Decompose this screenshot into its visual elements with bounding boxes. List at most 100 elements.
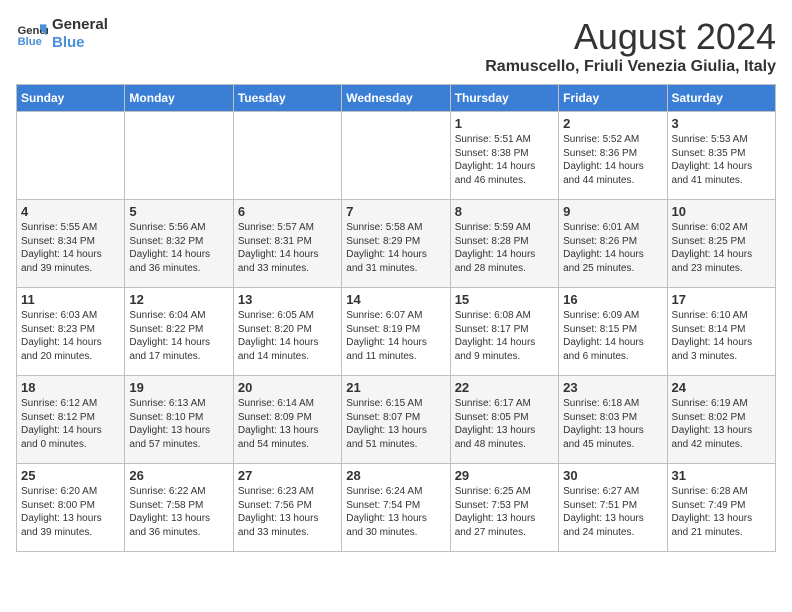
calendar-cell: 26 Sunrise: 6:22 AM Sunset: 7:58 PM Dayli… (125, 464, 233, 552)
weekday-header-tuesday: Tuesday (233, 85, 341, 112)
cell-content: Sunrise: 6:15 AM Sunset: 8:07 PM Dayligh… (346, 397, 445, 451)
calendar-cell: 10 Sunrise: 6:02 AM Sunset: 8:25 PM Dayli… (667, 200, 775, 288)
day-number: 3 (672, 116, 771, 131)
day-number: 2 (563, 116, 662, 131)
day-number: 1 (455, 116, 554, 131)
day-number: 14 (346, 292, 445, 307)
calendar-cell: 14 Sunrise: 6:07 AM Sunset: 8:19 PM Dayli… (342, 288, 450, 376)
day-number: 22 (455, 380, 554, 395)
day-number: 12 (129, 292, 228, 307)
calendar-cell: 5 Sunrise: 5:56 AM Sunset: 8:32 PM Daylig… (125, 200, 233, 288)
cell-content: Sunrise: 6:07 AM Sunset: 8:19 PM Dayligh… (346, 309, 445, 363)
cell-content: Sunrise: 6:18 AM Sunset: 8:03 PM Dayligh… (563, 397, 662, 451)
calendar-cell: 27 Sunrise: 6:23 AM Sunset: 7:56 PM Dayli… (233, 464, 341, 552)
cell-content: Sunrise: 5:51 AM Sunset: 8:38 PM Dayligh… (455, 133, 554, 187)
cell-content: Sunrise: 6:25 AM Sunset: 7:53 PM Dayligh… (455, 485, 554, 539)
cell-content: Sunrise: 6:27 AM Sunset: 7:51 PM Dayligh… (563, 485, 662, 539)
calendar-table: SundayMondayTuesdayWednesdayThursdayFrid… (16, 84, 776, 552)
calendar-cell: 23 Sunrise: 6:18 AM Sunset: 8:03 PM Dayli… (559, 376, 667, 464)
day-number: 25 (21, 468, 120, 483)
calendar-cell: 2Sunrise: 5:52 AM Sunset: 8:36 PM Daylig… (559, 112, 667, 200)
cell-content: Sunrise: 6:08 AM Sunset: 8:17 PM Dayligh… (455, 309, 554, 363)
location-title: Ramuscello, Friuli Venezia Giulia, Italy (485, 58, 776, 76)
day-number: 6 (238, 204, 337, 219)
cell-content: Sunrise: 6:09 AM Sunset: 8:15 PM Dayligh… (563, 309, 662, 363)
cell-content: Sunrise: 6:24 AM Sunset: 7:54 PM Dayligh… (346, 485, 445, 539)
month-title: August 2024 (485, 16, 776, 58)
calendar-cell: 20 Sunrise: 6:14 AM Sunset: 8:09 PM Dayli… (233, 376, 341, 464)
day-number: 15 (455, 292, 554, 307)
calendar-cell: 18 Sunrise: 6:12 AM Sunset: 8:12 PM Dayli… (17, 376, 125, 464)
calendar-cell: 13Sunrise: 6:05 AM Sunset: 8:20 PM Dayli… (233, 288, 341, 376)
cell-content: Sunrise: 5:56 AM Sunset: 8:32 PM Dayligh… (129, 221, 228, 275)
cell-content: Sunrise: 6:12 AM Sunset: 8:12 PM Dayligh… (21, 397, 120, 451)
calendar-cell: 6 Sunrise: 5:57 AM Sunset: 8:31 PM Daylig… (233, 200, 341, 288)
day-number: 9 (563, 204, 662, 219)
calendar-cell: 1 Sunrise: 5:51 AM Sunset: 8:38 PM Daylig… (450, 112, 558, 200)
cell-content: Sunrise: 6:13 AM Sunset: 8:10 PM Dayligh… (129, 397, 228, 451)
cell-content: Sunrise: 6:20 AM Sunset: 8:00 PM Dayligh… (21, 485, 120, 539)
day-number: 5 (129, 204, 228, 219)
day-number: 27 (238, 468, 337, 483)
calendar-cell (125, 112, 233, 200)
calendar-cell: 21 Sunrise: 6:15 AM Sunset: 8:07 PM Dayli… (342, 376, 450, 464)
calendar-cell: 3 Sunrise: 5:53 AM Sunset: 8:35 PM Daylig… (667, 112, 775, 200)
weekday-header-sunday: Sunday (17, 85, 125, 112)
cell-content: Sunrise: 6:02 AM Sunset: 8:25 PM Dayligh… (672, 221, 771, 275)
calendar-cell: 15 Sunrise: 6:08 AM Sunset: 8:17 PM Dayli… (450, 288, 558, 376)
cell-content: Sunrise: 6:22 AM Sunset: 7:58 PM Dayligh… (129, 485, 228, 539)
cell-content: Sunrise: 6:14 AM Sunset: 8:09 PM Dayligh… (238, 397, 337, 451)
calendar-cell (17, 112, 125, 200)
cell-content: Sunrise: 6:10 AM Sunset: 8:14 PM Dayligh… (672, 309, 771, 363)
calendar-cell: 30 Sunrise: 6:27 AM Sunset: 7:51 PM Dayli… (559, 464, 667, 552)
day-number: 7 (346, 204, 445, 219)
calendar-cell (233, 112, 341, 200)
weekday-header-saturday: Saturday (667, 85, 775, 112)
cell-content: Sunrise: 6:03 AM Sunset: 8:23 PM Dayligh… (21, 309, 120, 363)
logo: General Blue General Blue (16, 16, 108, 52)
calendar-cell: 29 Sunrise: 6:25 AM Sunset: 7:53 PM Dayli… (450, 464, 558, 552)
cell-content: Sunrise: 5:57 AM Sunset: 8:31 PM Dayligh… (238, 221, 337, 275)
cell-content: Sunrise: 6:17 AM Sunset: 8:05 PM Dayligh… (455, 397, 554, 451)
calendar-cell: 7 Sunrise: 5:58 AM Sunset: 8:29 PM Daylig… (342, 200, 450, 288)
calendar-cell: 25 Sunrise: 6:20 AM Sunset: 8:00 PM Dayli… (17, 464, 125, 552)
weekday-header-wednesday: Wednesday (342, 85, 450, 112)
logo-icon: General Blue (16, 18, 48, 50)
calendar-cell: 28 Sunrise: 6:24 AM Sunset: 7:54 PM Dayli… (342, 464, 450, 552)
day-number: 28 (346, 468, 445, 483)
day-number: 11 (21, 292, 120, 307)
day-number: 30 (563, 468, 662, 483)
logo-general: General (52, 16, 108, 34)
day-number: 20 (238, 380, 337, 395)
cell-content: Sunrise: 6:23 AM Sunset: 7:56 PM Dayligh… (238, 485, 337, 539)
logo-blue: Blue (52, 34, 108, 52)
day-number: 10 (672, 204, 771, 219)
cell-content: Sunrise: 6:04 AM Sunset: 8:22 PM Dayligh… (129, 309, 228, 363)
calendar-cell: 16 Sunrise: 6:09 AM Sunset: 8:15 PM Dayli… (559, 288, 667, 376)
day-number: 29 (455, 468, 554, 483)
calendar-cell: 19 Sunrise: 6:13 AM Sunset: 8:10 PM Dayli… (125, 376, 233, 464)
cell-content: Sunrise: 6:19 AM Sunset: 8:02 PM Dayligh… (672, 397, 771, 451)
calendar-cell: 9Sunrise: 6:01 AM Sunset: 8:26 PM Daylig… (559, 200, 667, 288)
calendar-cell: 17Sunrise: 6:10 AM Sunset: 8:14 PM Dayli… (667, 288, 775, 376)
calendar-cell: 22 Sunrise: 6:17 AM Sunset: 8:05 PM Dayli… (450, 376, 558, 464)
day-number: 16 (563, 292, 662, 307)
day-number: 24 (672, 380, 771, 395)
day-number: 21 (346, 380, 445, 395)
day-number: 19 (129, 380, 228, 395)
cell-content: Sunrise: 5:58 AM Sunset: 8:29 PM Dayligh… (346, 221, 445, 275)
svg-text:Blue: Blue (18, 36, 42, 48)
cell-content: Sunrise: 5:55 AM Sunset: 8:34 PM Dayligh… (21, 221, 120, 275)
weekday-header-monday: Monday (125, 85, 233, 112)
cell-content: Sunrise: 5:53 AM Sunset: 8:35 PM Dayligh… (672, 133, 771, 187)
header: General Blue General Blue August 2024 Ra… (16, 16, 776, 76)
day-number: 18 (21, 380, 120, 395)
day-number: 26 (129, 468, 228, 483)
calendar-cell: 4 Sunrise: 5:55 AM Sunset: 8:34 PM Daylig… (17, 200, 125, 288)
day-number: 8 (455, 204, 554, 219)
day-number: 23 (563, 380, 662, 395)
calendar-cell: 8Sunrise: 5:59 AM Sunset: 8:28 PM Daylig… (450, 200, 558, 288)
calendar-cell: 24 Sunrise: 6:19 AM Sunset: 8:02 PM Dayli… (667, 376, 775, 464)
calendar-cell: 31Sunrise: 6:28 AM Sunset: 7:49 PM Dayli… (667, 464, 775, 552)
day-number: 4 (21, 204, 120, 219)
